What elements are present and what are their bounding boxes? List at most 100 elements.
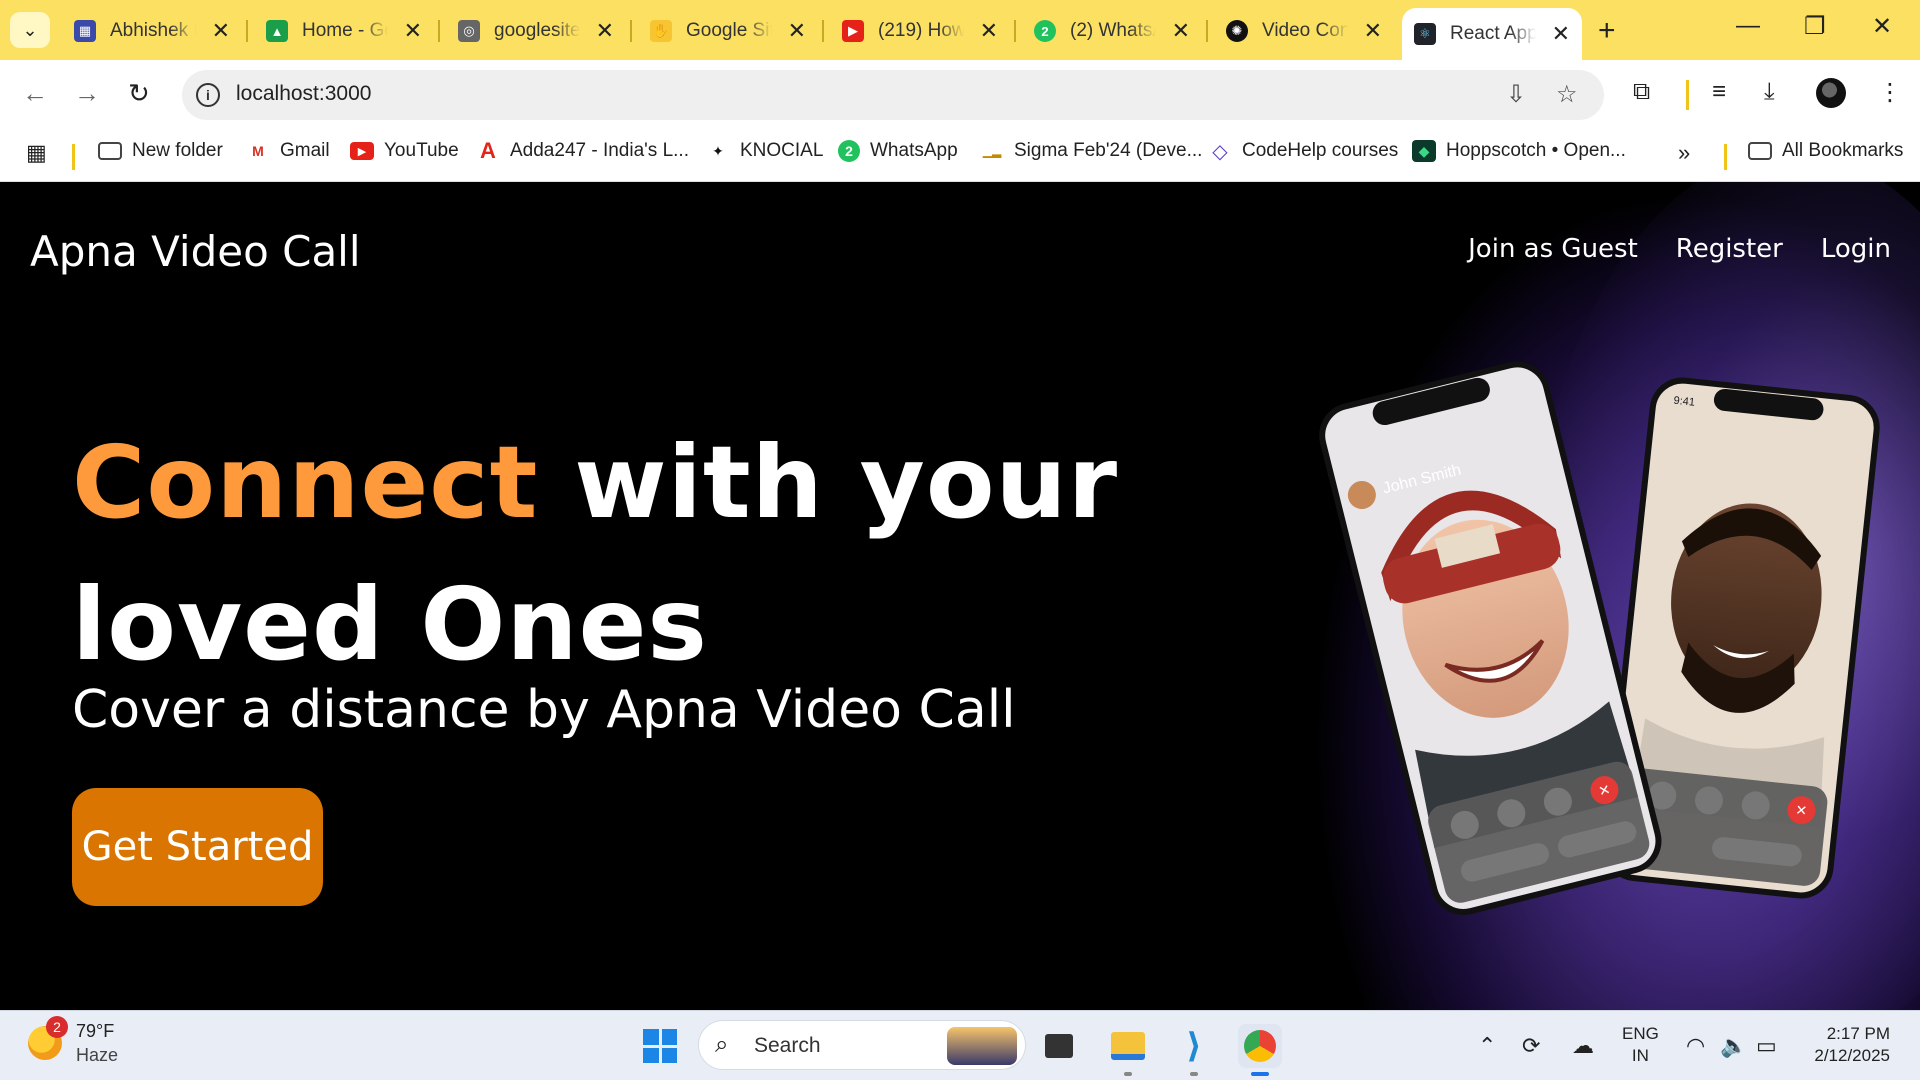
- tab-title: Home - Go: [302, 20, 388, 41]
- reload-icon[interactable]: ↻: [128, 78, 150, 109]
- chrome-icon[interactable]: [1238, 1024, 1282, 1076]
- tab-divider: [822, 20, 824, 42]
- bookmark-label: All Bookmarks: [1782, 140, 1904, 161]
- tab-favicon-icon: ▶: [842, 20, 864, 42]
- language-indicator[interactable]: ENG IN: [1622, 1023, 1659, 1067]
- react-icon: ⚛: [1414, 23, 1436, 45]
- bookmark-sigma[interactable]: ▁▂ Sigma Feb'24 (Deve...: [980, 140, 1203, 162]
- login-link[interactable]: Login: [1821, 234, 1891, 264]
- apps-grid-icon[interactable]: ▦: [26, 140, 47, 166]
- bookmark-label: Gmail: [280, 140, 330, 161]
- bookmark-gmail[interactable]: M Gmail: [246, 140, 330, 162]
- address-bar[interactable]: i localhost:3000 ⇩ ☆: [182, 70, 1604, 120]
- close-icon[interactable]: ✕: [980, 18, 998, 44]
- bookmark-whatsapp[interactable]: 2 WhatsApp: [838, 140, 958, 162]
- weather-widget[interactable]: 2 79°F Haze: [28, 1016, 119, 1067]
- bookmark-knocial[interactable]: ✦ KNOCIAL: [706, 140, 823, 162]
- url-text[interactable]: localhost:3000: [236, 82, 371, 106]
- tab-favicon-icon: 2: [1034, 20, 1056, 42]
- tab-abhishek[interactable]: ▦ Abhishek K ✕: [62, 11, 242, 51]
- file-explorer-icon[interactable]: [1106, 1024, 1150, 1076]
- join-as-guest-link[interactable]: Join as Guest: [1468, 234, 1638, 264]
- site-info-icon[interactable]: i: [196, 83, 220, 107]
- folder-icon: [98, 142, 122, 160]
- system-clock[interactable]: 2:17 PM 2/12/2025: [1814, 1023, 1890, 1067]
- landing-page: Apna Video Call Join as Guest Register L…: [0, 182, 1920, 1010]
- bookmark-youtube[interactable]: ▶ YouTube: [350, 140, 459, 162]
- close-icon[interactable]: ✕: [1552, 21, 1570, 47]
- close-icon[interactable]: ✕: [788, 18, 806, 44]
- media-queue-icon[interactable]: ≡: [1712, 78, 1726, 106]
- more-menu-icon[interactable]: ⋮: [1878, 78, 1902, 107]
- restore-icon[interactable]: ❐: [1804, 12, 1826, 41]
- tab-google-sites[interactable]: ✋ Google Sit ✕: [638, 11, 818, 51]
- minimize-icon[interactable]: —: [1736, 12, 1760, 40]
- weather-sun-icon: 2: [28, 1016, 68, 1060]
- phone-time: 9:41: [1673, 395, 1696, 409]
- taskbar-search-box[interactable]: ⌕ Search: [698, 1020, 1026, 1070]
- onedrive-cloud-icon[interactable]: ☁: [1572, 1033, 1594, 1059]
- forward-arrow-icon[interactable]: →: [74, 78, 100, 109]
- battery-icon[interactable]: ▭: [1756, 1033, 1777, 1059]
- tray-chevron-up-icon[interactable]: ⌃: [1478, 1033, 1496, 1059]
- profile-avatar[interactable]: [1816, 78, 1846, 108]
- close-icon[interactable]: ✕: [596, 18, 614, 44]
- bookmark-new-folder[interactable]: New folder: [98, 140, 223, 162]
- bookmark-label: YouTube: [384, 140, 459, 161]
- adda-icon: A: [480, 138, 496, 163]
- tab-divider: [438, 20, 440, 42]
- register-link[interactable]: Register: [1676, 234, 1783, 264]
- bookmark-label: Adda247 - India's L...: [510, 140, 689, 161]
- bookmark-label: New folder: [132, 140, 223, 161]
- bookmark-label: Sigma Feb'24 (Deve...: [1014, 140, 1203, 161]
- get-started-button[interactable]: Get Started: [72, 788, 323, 906]
- new-tab-plus-icon[interactable]: +: [1598, 14, 1616, 48]
- bookmark-hoppscotch[interactable]: ◆ Hoppscotch • Open...: [1412, 140, 1626, 162]
- bookmark-all-bookmarks[interactable]: All Bookmarks: [1748, 140, 1903, 162]
- browser-toolbar: ← → ↻ i localhost:3000 ⇩ ☆ ⧉ ≡ ⤓ ⋮: [0, 60, 1920, 130]
- bookmark-codehelp[interactable]: ◇ CodeHelp courses: [1208, 140, 1398, 163]
- close-icon[interactable]: ✕: [1172, 18, 1190, 44]
- tab-title: (219) How: [878, 20, 964, 41]
- volume-icon[interactable]: 🔈: [1720, 1033, 1747, 1059]
- close-icon[interactable]: ✕: [404, 18, 422, 44]
- extensions-puzzle-icon[interactable]: ⧉: [1633, 78, 1650, 106]
- bookmark-label: Hoppscotch • Open...: [1446, 140, 1626, 161]
- bookmark-star-icon[interactable]: ☆: [1556, 80, 1578, 109]
- folder-icon: [1748, 142, 1772, 160]
- tab-whatsapp[interactable]: 2 (2) WhatsA ✕: [1022, 11, 1202, 51]
- task-view-icon[interactable]: [1037, 1024, 1081, 1068]
- youtube-icon: ▶: [350, 142, 374, 160]
- wifi-icon[interactable]: ◠: [1686, 1033, 1705, 1059]
- lang-code: ENG: [1622, 1024, 1659, 1043]
- install-app-icon[interactable]: ⇩: [1506, 80, 1526, 109]
- tab-video-con[interactable]: ✺ Video Con ✕: [1214, 11, 1394, 51]
- back-arrow-icon[interactable]: ←: [22, 78, 48, 109]
- sync-icon[interactable]: ⟳: [1522, 1033, 1540, 1059]
- tab-youtube[interactable]: ▶ (219) How ✕: [830, 11, 1010, 51]
- close-icon[interactable]: ✕: [212, 18, 230, 44]
- bookmark-adda247[interactable]: A Adda247 - India's L...: [476, 138, 689, 163]
- windows-start-icon[interactable]: [643, 1029, 677, 1063]
- vscode-icon[interactable]: ⟩: [1172, 1024, 1216, 1076]
- search-highlight-image: [947, 1027, 1017, 1065]
- bookmark-divider: [1724, 144, 1727, 170]
- codehelp-icon: ◇: [1212, 140, 1228, 163]
- bookmark-label: KNOCIAL: [740, 140, 824, 161]
- tab-title: googlesite: [494, 20, 580, 41]
- close-icon[interactable]: ✕: [1364, 18, 1382, 44]
- tab-react-app[interactable]: ⚛ React App ✕: [1402, 8, 1582, 60]
- svg-text:✕: ✕: [1795, 803, 1808, 820]
- more-bookmarks-chevron-icon[interactable]: »: [1678, 140, 1690, 166]
- tab-divider: [1014, 20, 1016, 42]
- download-icon[interactable]: ⤓: [1764, 78, 1775, 106]
- tab-search-button[interactable]: ⌄: [10, 12, 50, 48]
- tab-googlesite[interactable]: ◎ googlesite ✕: [446, 11, 626, 51]
- tab-favicon-icon: ✺: [1226, 20, 1248, 42]
- brand-logo-text[interactable]: Apna Video Call: [30, 227, 361, 276]
- tab-home-google[interactable]: ▲ Home - Go ✕: [254, 11, 434, 51]
- gmail-icon: M: [252, 143, 264, 159]
- tab-title: React App: [1450, 23, 1536, 44]
- weather-condition: Haze: [76, 1045, 119, 1065]
- window-close-icon[interactable]: ✕: [1872, 12, 1892, 41]
